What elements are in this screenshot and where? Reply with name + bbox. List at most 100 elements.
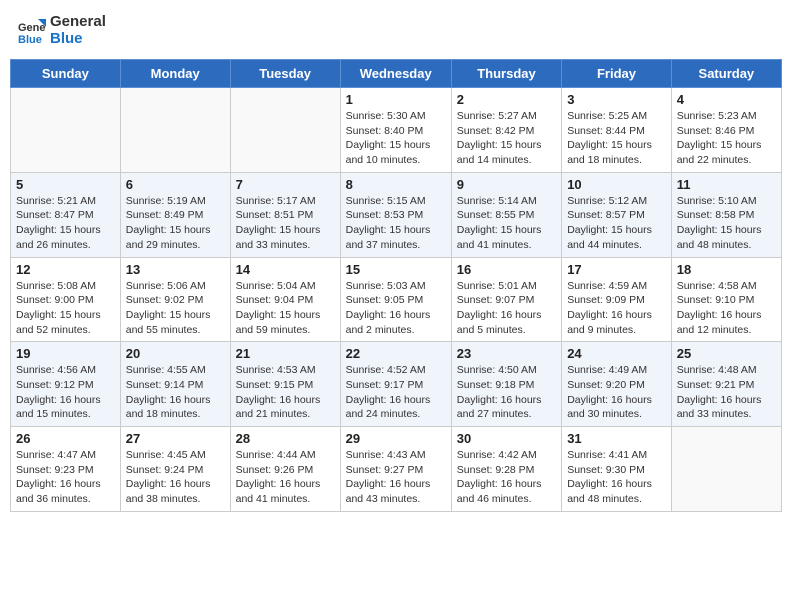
day-number: 19 [16, 346, 115, 361]
calendar-cell: 18 Sunrise: 4:58 AMSunset: 9:10 PMDayligh… [671, 257, 781, 342]
svg-text:General: General [18, 22, 46, 34]
calendar-cell [230, 88, 340, 173]
calendar-cell: 22 Sunrise: 4:52 AMSunset: 9:17 PMDayligh… [340, 342, 451, 427]
day-info: Sunrise: 5:23 AMSunset: 8:46 PMDaylight:… [677, 109, 776, 168]
calendar-cell: 31 Sunrise: 4:41 AMSunset: 9:30 PMDayligh… [562, 427, 672, 512]
day-info: Sunrise: 4:56 AMSunset: 9:12 PMDaylight:… [16, 363, 115, 422]
calendar-cell: 21 Sunrise: 4:53 AMSunset: 9:15 PMDayligh… [230, 342, 340, 427]
day-number: 31 [567, 431, 666, 446]
day-number: 22 [346, 346, 446, 361]
day-number: 18 [677, 262, 776, 277]
logo: General Blue General Blue [18, 14, 106, 47]
calendar-cell: 19 Sunrise: 4:56 AMSunset: 9:12 PMDayligh… [11, 342, 121, 427]
day-info: Sunrise: 4:59 AMSunset: 9:09 PMDaylight:… [567, 279, 666, 338]
day-number: 28 [236, 431, 335, 446]
day-info: Sunrise: 4:47 AMSunset: 9:23 PMDaylight:… [16, 448, 115, 507]
calendar-cell: 23 Sunrise: 4:50 AMSunset: 9:18 PMDayligh… [451, 342, 561, 427]
weekday-header-wednesday: Wednesday [340, 60, 451, 88]
day-number: 8 [346, 177, 446, 192]
day-info: Sunrise: 4:50 AMSunset: 9:18 PMDaylight:… [457, 363, 556, 422]
calendar-cell: 17 Sunrise: 4:59 AMSunset: 9:09 PMDayligh… [562, 257, 672, 342]
calendar-week-1: 1Sunrise: 5:30 AMSunset: 8:40 PMDaylight… [11, 88, 782, 173]
day-info: Sunrise: 4:58 AMSunset: 9:10 PMDaylight:… [677, 279, 776, 338]
day-info: Sunrise: 4:41 AMSunset: 9:30 PMDaylight:… [567, 448, 666, 507]
day-info: Sunrise: 4:48 AMSunset: 9:21 PMDaylight:… [677, 363, 776, 422]
day-info: Sunrise: 5:01 AMSunset: 9:07 PMDaylight:… [457, 279, 556, 338]
day-info: Sunrise: 5:17 AMSunset: 8:51 PMDaylight:… [236, 194, 335, 253]
day-number: 29 [346, 431, 446, 446]
day-number: 13 [126, 262, 225, 277]
day-number: 30 [457, 431, 556, 446]
day-number: 20 [126, 346, 225, 361]
calendar-cell: 12 Sunrise: 5:08 AMSunset: 9:00 PMDayligh… [11, 257, 121, 342]
calendar-week-5: 26 Sunrise: 4:47 AMSunset: 9:23 PMDayligh… [11, 427, 782, 512]
calendar-cell: 16Sunrise: 5:01 AMSunset: 9:07 PMDayligh… [451, 257, 561, 342]
day-number: 23 [457, 346, 556, 361]
calendar-cell: 7 Sunrise: 5:17 AMSunset: 8:51 PMDaylight… [230, 172, 340, 257]
day-number: 6 [126, 177, 225, 192]
calendar-cell: 29Sunrise: 4:43 AMSunset: 9:27 PMDayligh… [340, 427, 451, 512]
day-number: 26 [16, 431, 115, 446]
calendar-cell: 27Sunrise: 4:45 AMSunset: 9:24 PMDayligh… [120, 427, 230, 512]
day-info: Sunrise: 5:15 AMSunset: 8:53 PMDaylight:… [346, 194, 446, 253]
weekday-header-monday: Monday [120, 60, 230, 88]
calendar-cell: 3 Sunrise: 5:25 AMSunset: 8:44 PMDaylight… [562, 88, 672, 173]
day-info: Sunrise: 4:45 AMSunset: 9:24 PMDaylight:… [126, 448, 225, 507]
calendar-cell: 28 Sunrise: 4:44 AMSunset: 9:26 PMDayligh… [230, 427, 340, 512]
day-info: Sunrise: 5:25 AMSunset: 8:44 PMDaylight:… [567, 109, 666, 168]
weekday-header-saturday: Saturday [671, 60, 781, 88]
calendar-body: 1Sunrise: 5:30 AMSunset: 8:40 PMDaylight… [11, 88, 782, 512]
calendar-cell [671, 427, 781, 512]
day-number: 17 [567, 262, 666, 277]
day-info: Sunrise: 5:30 AMSunset: 8:40 PMDaylight:… [346, 109, 446, 168]
calendar-cell: 9Sunrise: 5:14 AMSunset: 8:55 PMDaylight… [451, 172, 561, 257]
day-info: Sunrise: 4:52 AMSunset: 9:17 PMDaylight:… [346, 363, 446, 422]
calendar-cell: 24 Sunrise: 4:49 AMSunset: 9:20 PMDayligh… [562, 342, 672, 427]
day-info: Sunrise: 5:08 AMSunset: 9:00 PMDaylight:… [16, 279, 115, 338]
day-info: Sunrise: 4:55 AMSunset: 9:14 PMDaylight:… [126, 363, 225, 422]
day-number: 12 [16, 262, 115, 277]
weekday-header-sunday: Sunday [11, 60, 121, 88]
calendar-cell: 1Sunrise: 5:30 AMSunset: 8:40 PMDaylight… [340, 88, 451, 173]
calendar-cell: 26 Sunrise: 4:47 AMSunset: 9:23 PMDayligh… [11, 427, 121, 512]
day-info: Sunrise: 5:12 AMSunset: 8:57 PMDaylight:… [567, 194, 666, 253]
day-info: Sunrise: 4:44 AMSunset: 9:26 PMDaylight:… [236, 448, 335, 507]
weekday-header-row: SundayMondayTuesdayWednesdayThursdayFrid… [11, 60, 782, 88]
calendar-week-4: 19 Sunrise: 4:56 AMSunset: 9:12 PMDayligh… [11, 342, 782, 427]
logo-icon: General Blue [18, 17, 46, 45]
calendar-cell: 13 Sunrise: 5:06 AMSunset: 9:02 PMDayligh… [120, 257, 230, 342]
calendar-cell: 11 Sunrise: 5:10 AMSunset: 8:58 PMDayligh… [671, 172, 781, 257]
svg-text:Blue: Blue [18, 34, 42, 45]
day-info: Sunrise: 5:10 AMSunset: 8:58 PMDaylight:… [677, 194, 776, 253]
day-info: Sunrise: 5:19 AMSunset: 8:49 PMDaylight:… [126, 194, 225, 253]
calendar-cell: 8 Sunrise: 5:15 AMSunset: 8:53 PMDaylight… [340, 172, 451, 257]
weekday-header-friday: Friday [562, 60, 672, 88]
day-info: Sunrise: 5:06 AMSunset: 9:02 PMDaylight:… [126, 279, 225, 338]
calendar-cell [120, 88, 230, 173]
day-info: Sunrise: 5:21 AMSunset: 8:47 PMDaylight:… [16, 194, 115, 253]
day-number: 15 [346, 262, 446, 277]
day-info: Sunrise: 4:53 AMSunset: 9:15 PMDaylight:… [236, 363, 335, 422]
weekday-header-tuesday: Tuesday [230, 60, 340, 88]
calendar-cell [11, 88, 121, 173]
calendar-cell: 20 Sunrise: 4:55 AMSunset: 9:14 PMDayligh… [120, 342, 230, 427]
calendar-cell: 2Sunrise: 5:27 AMSunset: 8:42 PMDaylight… [451, 88, 561, 173]
day-number: 21 [236, 346, 335, 361]
calendar-cell: 6 Sunrise: 5:19 AMSunset: 8:49 PMDaylight… [120, 172, 230, 257]
day-number: 3 [567, 92, 666, 107]
page-header: General Blue General Blue [10, 10, 782, 51]
calendar-cell: 10Sunrise: 5:12 AMSunset: 8:57 PMDayligh… [562, 172, 672, 257]
day-info: Sunrise: 4:42 AMSunset: 9:28 PMDaylight:… [457, 448, 556, 507]
day-info: Sunrise: 5:14 AMSunset: 8:55 PMDaylight:… [457, 194, 556, 253]
calendar-week-2: 5Sunrise: 5:21 AMSunset: 8:47 PMDaylight… [11, 172, 782, 257]
day-number: 4 [677, 92, 776, 107]
day-number: 24 [567, 346, 666, 361]
day-number: 25 [677, 346, 776, 361]
weekday-header-thursday: Thursday [451, 60, 561, 88]
calendar-cell: 14Sunrise: 5:04 AMSunset: 9:04 PMDayligh… [230, 257, 340, 342]
day-info: Sunrise: 4:49 AMSunset: 9:20 PMDaylight:… [567, 363, 666, 422]
day-info: Sunrise: 5:03 AMSunset: 9:05 PMDaylight:… [346, 279, 446, 338]
day-number: 11 [677, 177, 776, 192]
day-number: 7 [236, 177, 335, 192]
calendar-cell: 4 Sunrise: 5:23 AMSunset: 8:46 PMDaylight… [671, 88, 781, 173]
